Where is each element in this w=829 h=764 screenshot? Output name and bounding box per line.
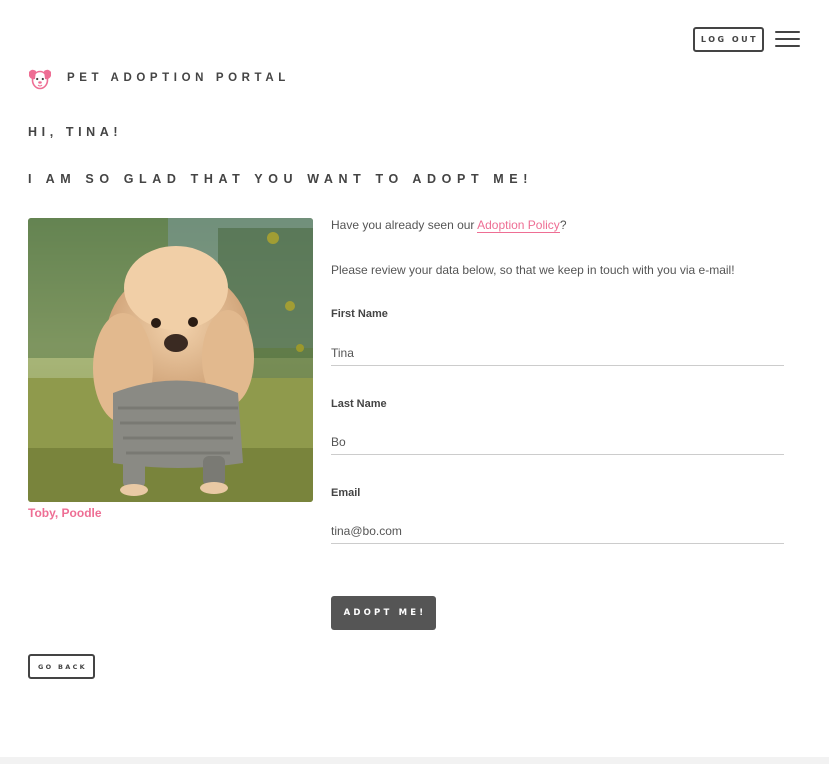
adoption-policy-intro: Have you already seen our Adoption Polic… bbox=[331, 218, 567, 233]
last-name-label: Last Name bbox=[331, 398, 387, 410]
log-out-button[interactable]: LOG OUT bbox=[693, 27, 764, 52]
email-field[interactable] bbox=[331, 518, 784, 544]
adoption-policy-link[interactable]: Adoption Policy bbox=[477, 218, 560, 233]
hamburger-menu-icon[interactable] bbox=[775, 31, 800, 47]
adoption-subheading: I AM SO GLAD THAT YOU WANT TO ADOPT ME! bbox=[28, 172, 533, 186]
go-back-button[interactable]: GO BACK bbox=[28, 654, 95, 679]
email-label: Email bbox=[331, 487, 361, 499]
greeting-heading: HI, TINA! bbox=[28, 125, 123, 139]
brand-name[interactable]: PET ADOPTION PORTAL bbox=[67, 72, 290, 84]
pet-caption: Toby, Poodle bbox=[28, 506, 102, 520]
first-name-label: First Name bbox=[331, 308, 388, 320]
last-name-field[interactable] bbox=[331, 429, 784, 455]
first-name-field[interactable] bbox=[331, 340, 784, 366]
footer-bar bbox=[0, 757, 829, 764]
pet-photo bbox=[28, 218, 313, 502]
review-instructions: Please review your data below, so that w… bbox=[331, 263, 735, 277]
dog-face-icon bbox=[27, 67, 53, 91]
adopt-me-button[interactable]: ADOPT ME! bbox=[331, 596, 436, 630]
